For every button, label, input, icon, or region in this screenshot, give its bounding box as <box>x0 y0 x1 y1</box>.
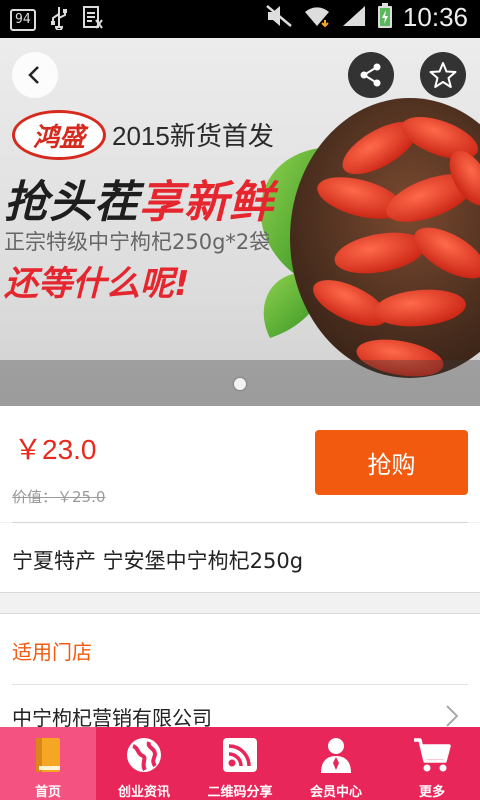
product-title: 宁夏特产 宁安堡中宁枸杞250g <box>12 549 304 573</box>
share-button[interactable] <box>348 52 394 98</box>
banner-year-text: 2015新货首发 <box>112 121 274 151</box>
user-icon <box>316 735 356 775</box>
banner-headline: 抢头茬享新鲜 <box>4 166 274 230</box>
wifi-icon <box>303 4 331 32</box>
rss-icon <box>220 735 260 775</box>
banner-headline-a: 抢头茬 <box>4 177 139 228</box>
tab-label: 创业资讯 <box>117 785 170 800</box>
status-bar: 94 10:36 <box>0 0 480 38</box>
banner-cta: 还等什么呢! <box>4 264 190 304</box>
price-section: ￥23.0 价值：￥25.0 抢购 <box>0 406 480 522</box>
chevron-left-icon <box>28 66 39 84</box>
back-button[interactable] <box>12 52 58 98</box>
share-icon <box>360 63 381 87</box>
pager-dot-active[interactable] <box>234 378 246 390</box>
banner-headline-b: 享新鲜 <box>139 177 274 228</box>
product-banner[interactable]: 鸿盛 2015新货首发 抢头茬享新鲜 正宗特级中宁枸杞250g*2袋 还等什么呢… <box>0 38 480 406</box>
tab-label: 二维码分享 <box>207 785 273 800</box>
bottom-tab-bar: 首页 创业资讯 二维码分享 会员中心 更多 <box>0 727 480 800</box>
star-icon <box>429 62 457 88</box>
document-icon <box>82 6 104 34</box>
status-time: 10:36 <box>402 2 468 32</box>
signal-icon <box>341 4 367 32</box>
globe-icon <box>124 735 164 775</box>
stores-header: 适用门店 <box>12 640 92 664</box>
tab-home[interactable]: 首页 <box>0 727 96 800</box>
divider <box>12 684 468 685</box>
brand-logo: 鸿盛 <box>12 110 106 160</box>
tab-news[interactable]: 创业资讯 <box>96 727 192 800</box>
tab-member[interactable]: 会员中心 <box>288 727 384 800</box>
chevron-right-icon[interactable] <box>444 704 460 728</box>
battery-icon <box>377 2 393 33</box>
tab-more[interactable]: 更多 <box>384 727 480 800</box>
favorite-button[interactable] <box>420 52 466 98</box>
banner-subline: 正宗特级中宁枸杞250g*2袋 <box>4 230 271 254</box>
product-title-section: 宁夏特产 宁安堡中宁枸杞250g <box>0 523 480 593</box>
cart-icon <box>412 735 452 775</box>
notification-badge: 94 <box>10 9 36 31</box>
stores-section: 适用门店 中宁枸杞营销有限公司 <box>0 613 480 733</box>
buy-button[interactable]: 抢购 <box>315 430 468 495</box>
mute-icon <box>265 4 293 32</box>
original-price: 价值：￥25.0 <box>12 488 106 506</box>
book-icon <box>28 735 68 775</box>
tab-qr-share[interactable]: 二维码分享 <box>192 727 288 800</box>
tab-label: 更多 <box>418 785 445 800</box>
usb-icon <box>50 6 68 34</box>
current-price: ￥23.0 <box>14 434 97 465</box>
tab-label: 会员中心 <box>309 785 362 800</box>
brand-name: 鸿盛 <box>32 122 85 153</box>
tab-label: 首页 <box>34 785 61 800</box>
